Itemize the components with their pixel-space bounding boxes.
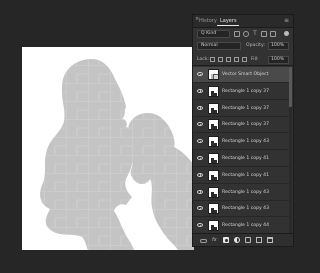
blend-mode-value: Normal (201, 43, 218, 48)
new-layer-icon[interactable] (256, 237, 262, 243)
lock-position-icon[interactable] (226, 57, 231, 62)
visibility-eye-icon[interactable] (197, 72, 203, 76)
tab-layers[interactable]: Layers (220, 18, 237, 24)
layer-list: Vector Smart Object Rectangle 1 copy 37 Re… (193, 67, 293, 235)
smart-object-thumbnail[interactable] (208, 69, 219, 80)
lock-label: Lock: (197, 57, 210, 62)
layers-panel: × History Layers ≡ Q Kind T Normal Opaci… (192, 14, 294, 247)
fill-label: Fill: (251, 57, 259, 62)
filter-toggle-icon[interactable] (284, 31, 289, 36)
mother-baby-silhouette (40, 59, 194, 250)
layer-row[interactable]: Rectangle 1 copy 41 (193, 151, 289, 167)
layer-name[interactable]: Rectangle 1 copy 43 (222, 139, 269, 144)
adjustment-filter-icon[interactable] (243, 31, 249, 37)
visibility-eye-icon[interactable] (197, 206, 203, 211)
visibility-eye-icon[interactable] (197, 223, 203, 228)
layer-name[interactable]: Rectangle 1 copy 37 (222, 89, 269, 94)
lock-paint-icon[interactable] (218, 57, 223, 62)
artboard[interactable] (22, 47, 194, 250)
visibility-eye-icon[interactable] (197, 156, 203, 160)
lock-icons (210, 57, 247, 62)
blend-row: Normal Opacity: 100% (193, 41, 293, 52)
layer-name[interactable]: Vector Smart Object (222, 72, 268, 77)
lock-row: Lock: Fill: 100% (193, 55, 293, 66)
layer-row[interactable]: Rectangle 1 copy 37 (193, 83, 289, 100)
lock-artboard-icon[interactable] (234, 57, 239, 62)
layer-name[interactable]: Rectangle 1 copy 41 (222, 173, 269, 178)
visibility-eye-icon[interactable] (197, 139, 203, 144)
kind-filter-label: Q Kind (201, 31, 217, 36)
link-icon[interactable] (200, 238, 207, 243)
layer-row[interactable]: Rectangle 1 copy 44 (193, 218, 289, 235)
opacity-label: Opacity: (246, 43, 265, 48)
filter-row: Q Kind T (193, 29, 293, 40)
layer-row[interactable]: Rectangle 1 copy 41 (193, 167, 289, 184)
visibility-eye-icon[interactable] (197, 122, 203, 127)
layer-row[interactable]: Rectangle 1 copy 43 (193, 201, 289, 218)
layer-row[interactable]: Vector Smart Object (193, 67, 289, 83)
lock-all-icon[interactable] (242, 57, 247, 62)
panel-menu-icon[interactable]: ≡ (284, 17, 289, 24)
layer-thumbnail[interactable] (208, 169, 219, 181)
layer-thumbnail[interactable] (208, 136, 219, 148)
active-tab-indicator (217, 25, 239, 26)
filter-icons: T (234, 31, 276, 37)
visibility-eye-icon[interactable] (197, 189, 203, 194)
tab-history[interactable]: History (199, 18, 217, 24)
adjustment-icon[interactable] (234, 237, 240, 243)
fill-field[interactable]: 100% (268, 56, 289, 64)
type-filter-icon[interactable]: T (252, 31, 258, 37)
layer-list-scrollbar[interactable] (289, 67, 292, 235)
layer-name[interactable]: Rectangle 1 copy 41 (222, 156, 269, 161)
layer-thumbnail[interactable] (208, 85, 219, 97)
layer-thumbnail[interactable] (208, 102, 219, 114)
shape-filter-icon[interactable] (261, 31, 267, 37)
layer-thumbnail[interactable] (208, 153, 219, 164)
panel-bottom-bar: fx (193, 233, 293, 246)
blend-mode-dropdown[interactable]: Normal (197, 42, 241, 50)
layer-thumbnail[interactable] (208, 203, 219, 215)
folder-icon[interactable] (245, 237, 251, 243)
layer-name[interactable]: Rectangle 1 copy 44 (222, 223, 269, 228)
layer-thumbnail[interactable] (208, 119, 219, 131)
layer-row[interactable]: Rectangle 1 copy 43 (193, 134, 289, 151)
layer-name[interactable]: Rectangle 1 copy 43 (222, 190, 269, 195)
visibility-eye-icon[interactable] (197, 172, 203, 177)
scrollbar-thumb[interactable] (289, 67, 292, 107)
layer-row[interactable]: Rectangle 1 copy 43 (193, 184, 289, 201)
smart-object-filter-icon[interactable] (270, 31, 276, 37)
layer-name[interactable]: Rectangle 1 copy 43 (222, 206, 269, 211)
fx-icon[interactable]: fx (212, 237, 218, 243)
layer-name[interactable]: Rectangle 1 copy 37 (222, 122, 269, 127)
panel-tab-bar: × History Layers ≡ (193, 15, 293, 28)
lock-pixels-icon[interactable] (210, 57, 215, 62)
layer-name[interactable]: Rectangle 1 copy 37 (222, 106, 269, 111)
kind-filter-dropdown[interactable]: Q Kind (197, 30, 230, 38)
pixel-filter-icon[interactable] (234, 31, 240, 37)
layer-row[interactable]: Rectangle 1 copy 37 (193, 117, 289, 134)
trash-icon[interactable] (267, 237, 273, 243)
layer-thumbnail[interactable] (208, 186, 219, 198)
visibility-eye-icon[interactable] (197, 105, 203, 110)
layer-row[interactable]: Rectangle 1 copy 37 (193, 100, 289, 117)
visibility-eye-icon[interactable] (197, 88, 203, 93)
opacity-field[interactable]: 100% (268, 42, 289, 50)
layer-thumbnail[interactable] (208, 220, 219, 232)
canvas-area[interactable] (0, 0, 194, 273)
mask-icon[interactable] (223, 237, 229, 243)
